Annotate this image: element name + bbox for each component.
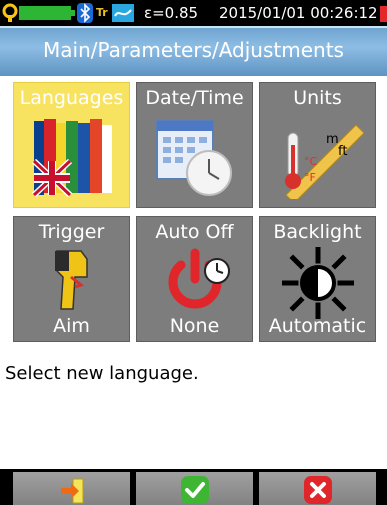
memory-card-icon <box>112 4 134 22</box>
calendar-clock-icon <box>156 120 232 196</box>
tile-label: Units <box>293 87 342 109</box>
power-timer-icon <box>168 248 230 309</box>
unit-c-text: °C <box>304 155 318 168</box>
tile-label: Backlight <box>273 221 362 243</box>
datetime-readout: 2015/01/01 00:26:12 <box>219 4 378 22</box>
tile-label: Languages <box>19 87 124 109</box>
confirm-button[interactable] <box>136 472 253 505</box>
confirm-check-icon <box>180 476 209 504</box>
tile-units[interactable]: Units m ft °C °F <box>259 82 376 208</box>
camera-trigger-icon <box>55 250 88 310</box>
tile-languages[interactable]: Languages <box>13 82 130 208</box>
action-bar <box>0 469 387 505</box>
device-screen: Tr ε=0.85 2015/01/01 00:26:12 Main/Param… <box>0 0 387 505</box>
settings-grid: Languages Date/Time Units m ft °C °F Tri… <box>0 76 387 354</box>
camera-mode-icon <box>2 3 18 22</box>
tr-label: Tr <box>96 6 108 19</box>
tile-date-time[interactable]: Date/Time <box>136 82 253 208</box>
unit-f-text: °F <box>304 171 316 184</box>
emissivity-readout: ε=0.85 <box>144 4 199 22</box>
tile-label: Date/Time <box>145 87 244 109</box>
exit-button[interactable] <box>13 472 130 505</box>
battery-icon <box>19 6 75 20</box>
tile-value: None <box>169 315 220 337</box>
unit-ft-text: ft <box>338 144 347 159</box>
tile-label: Auto Off <box>155 221 234 243</box>
alert-icon <box>380 6 387 22</box>
help-message: Select new language. <box>5 363 199 384</box>
exit-icon <box>60 478 83 504</box>
thermometer-ruler-icon: m ft °C °F <box>285 124 364 199</box>
tile-backlight[interactable]: Backlight Automatic <box>259 216 376 342</box>
tile-value: Automatic <box>268 315 367 337</box>
cancel-button[interactable] <box>259 472 376 505</box>
tile-trigger[interactable]: Trigger Aim <box>13 216 130 342</box>
page-header: Main/Parameters/Adjustments <box>0 26 387 76</box>
unit-m-text: m <box>326 132 339 147</box>
status-bar: Tr ε=0.85 2015/01/01 00:26:12 <box>0 0 387 26</box>
page-title: Main/Parameters/Adjustments <box>43 38 344 62</box>
help-message-area: Select new language. <box>0 354 387 469</box>
cancel-x-icon <box>303 476 332 504</box>
tile-value: Aim <box>53 315 90 337</box>
bluetooth-icon <box>77 3 93 23</box>
brightness-icon <box>282 247 354 319</box>
flags-icon <box>31 119 112 197</box>
tile-label: Trigger <box>38 221 105 243</box>
tile-auto-off[interactable]: Auto Off None <box>136 216 253 342</box>
